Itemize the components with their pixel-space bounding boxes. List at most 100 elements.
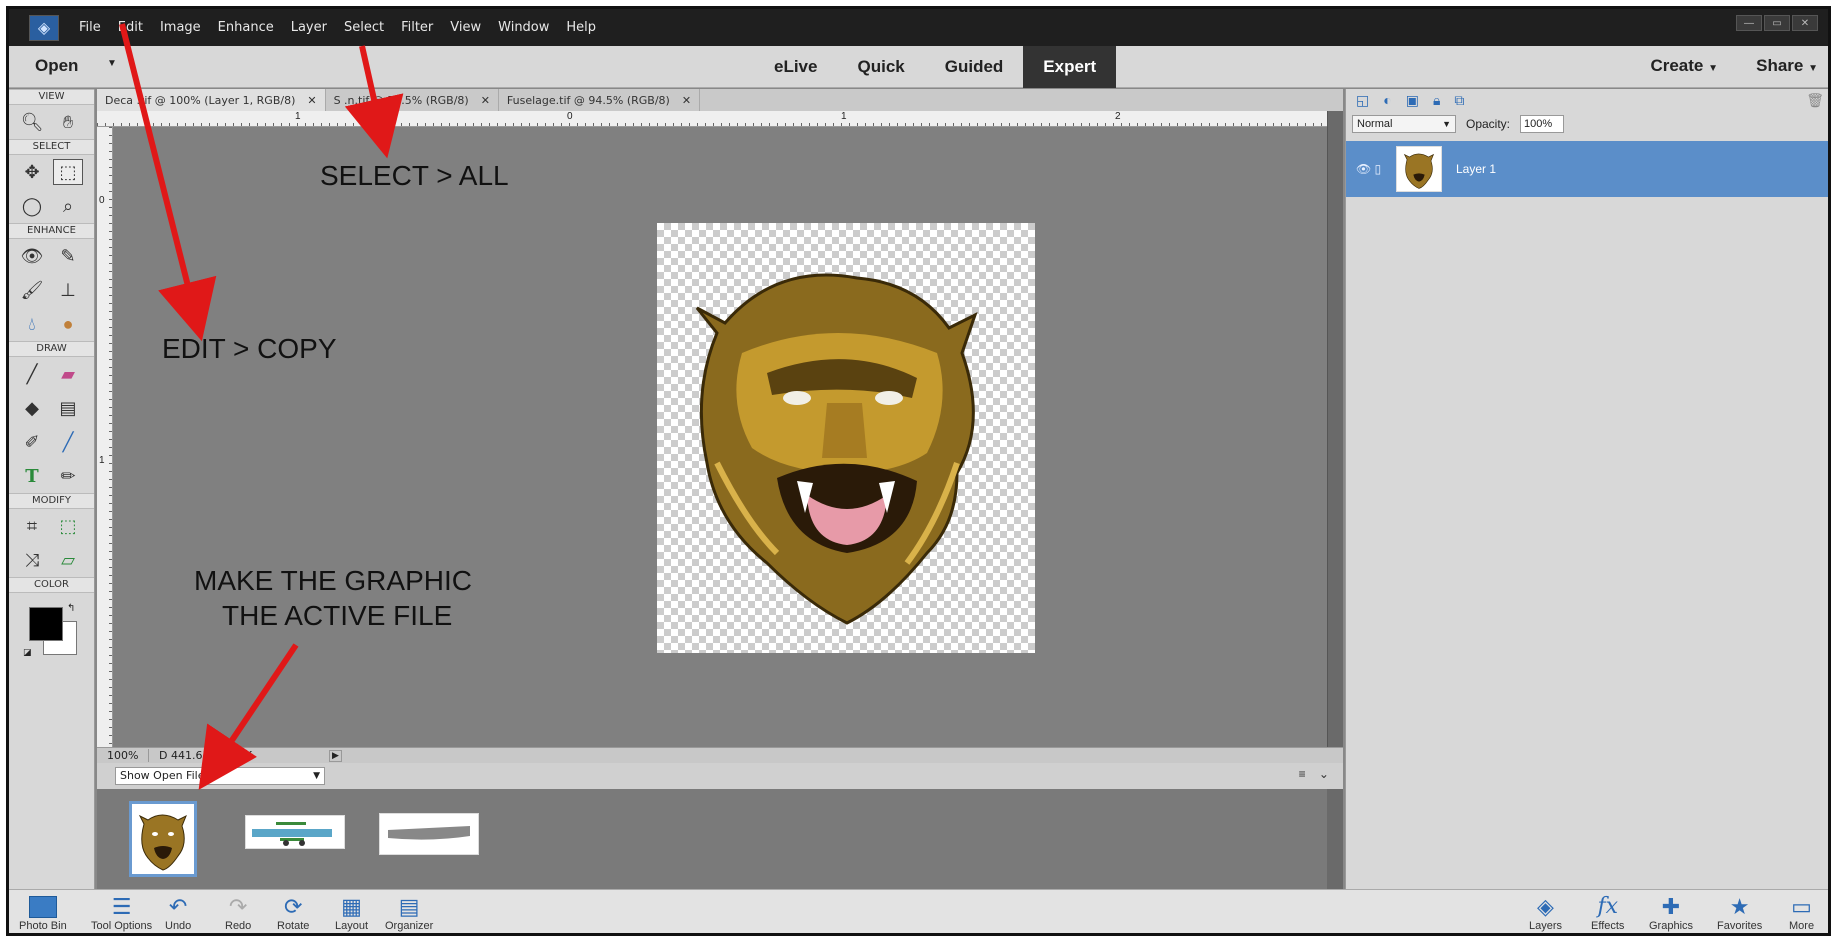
bin-thumbnail-decal[interactable] xyxy=(129,801,197,877)
doc-tab-label: S .n.tif @ 58.5% (RGB/8) xyxy=(333,93,469,107)
clone-stamp-tool-icon[interactable]: ⊥ xyxy=(53,277,83,303)
blur-tool-icon[interactable]: 💧︎ xyxy=(17,311,47,337)
chevron-down-icon: ▼ xyxy=(313,771,320,781)
straighten-tool-icon[interactable]: ⏥ xyxy=(53,547,83,573)
close-icon[interactable]: ✕ xyxy=(682,94,691,107)
fuselage-thumbnail xyxy=(388,826,470,840)
open-button[interactable]: Open xyxy=(35,56,78,76)
new-layer-icon[interactable]: ◱ xyxy=(1356,92,1369,108)
menu-select[interactable]: Select xyxy=(344,20,384,35)
photo-bin-scrollbar[interactable] xyxy=(1327,789,1343,889)
layer-row[interactable]: 👁︎ ▯ Layer 1 xyxy=(1346,141,1828,197)
tab-elive[interactable]: eLive xyxy=(754,46,837,88)
hand-tool-icon[interactable]: ✋︎ xyxy=(53,109,83,135)
eyedropper-tool-icon[interactable]: ✐ xyxy=(17,429,47,455)
move-tool-icon[interactable]: ✥ xyxy=(17,159,47,185)
marquee-tool-icon[interactable]: ⬚ xyxy=(53,159,83,185)
layout-button[interactable]: ▦ Layout xyxy=(335,894,368,932)
share-button[interactable]: Share ▼ xyxy=(1756,56,1818,76)
doc-tab-decal[interactable]: Deca .tif @ 100% (Layer 1, RGB/8) ✕ xyxy=(97,89,326,111)
spot-healing-tool-icon[interactable]: ✎ xyxy=(53,243,83,269)
section-draw: DRAW xyxy=(9,341,94,357)
lasso-tool-icon[interactable]: ◯ xyxy=(17,193,47,219)
chevron-down-icon: ▼ xyxy=(1808,63,1818,74)
menu-help[interactable]: Help xyxy=(566,20,596,35)
favorites-button[interactable]: ★ Favorites xyxy=(1717,894,1762,932)
doc-tab-fuselage[interactable]: Fuselage.tif @ 94.5% (RGB/8) ✕ xyxy=(499,89,701,111)
close-icon[interactable]: ✕ xyxy=(1792,15,1818,31)
chevron-down-icon[interactable]: ▼ xyxy=(107,58,117,69)
zoom-level[interactable]: 100% xyxy=(97,749,149,762)
foreground-color-swatch[interactable] xyxy=(29,607,63,641)
menu-window[interactable]: Window xyxy=(498,20,549,35)
menu-edit[interactable]: Edit xyxy=(118,20,143,35)
brush-tool-icon[interactable]: ╱ xyxy=(17,361,47,387)
tab-quick[interactable]: Quick xyxy=(837,46,924,88)
pencil-tool-icon[interactable]: ✏︎ xyxy=(53,463,83,489)
smart-brush-tool-icon[interactable]: 🖌︎ xyxy=(17,277,47,303)
menu-enhance[interactable]: Enhance xyxy=(218,20,274,35)
blend-mode-select[interactable]: Normal ▼ xyxy=(1352,115,1456,133)
annotation-edit-copy: EDIT > COPY xyxy=(162,333,337,364)
photo-bin-button[interactable]: Photo Bin xyxy=(19,894,67,932)
ruler-label: 0 xyxy=(99,195,105,206)
doc-tab-second[interactable]: S .n.tif @ 58.5% (RGB/8) ✕ xyxy=(326,89,499,111)
bin-menu-icon[interactable]: ≡ ⌄ xyxy=(1299,767,1329,781)
more-button[interactable]: ▭ More xyxy=(1789,894,1814,932)
menu-file[interactable]: File xyxy=(79,20,101,35)
app-logo-icon[interactable]: ◈ xyxy=(29,14,59,41)
type-tool-icon[interactable]: T xyxy=(17,463,47,489)
quick-selection-tool-icon[interactable]: ⌕ xyxy=(53,193,83,219)
close-icon[interactable]: ✕ xyxy=(307,94,316,107)
rotate-button[interactable]: ⟳ Rotate xyxy=(277,894,309,932)
visibility-eye-icon[interactable]: 👁︎ ▯ xyxy=(1356,162,1396,176)
line-tool-icon[interactable]: ╱ xyxy=(53,429,83,455)
eraser-tool-icon[interactable]: ▰ xyxy=(53,361,83,387)
tab-guided[interactable]: Guided xyxy=(925,46,1024,88)
link-layers-icon[interactable]: ⧉ xyxy=(1454,92,1464,108)
menu-image[interactable]: Image xyxy=(160,20,201,35)
layout-icon: ▦ xyxy=(341,894,362,919)
swap-colors-icon[interactable]: ↰ xyxy=(67,603,75,614)
undo-button[interactable]: ↶ Undo xyxy=(165,894,191,932)
more-label: More xyxy=(1789,920,1815,932)
lock-icon[interactable]: 🔒︎ xyxy=(1433,92,1440,108)
document-image[interactable] xyxy=(657,223,1035,653)
layer-mask-icon[interactable]: ▣ xyxy=(1406,92,1419,108)
tool-options-button[interactable]: ☰ Tool Options xyxy=(91,894,152,932)
menu-filter[interactable]: Filter xyxy=(401,20,433,35)
vertical-ruler: 0 1 xyxy=(97,127,113,747)
red-eye-tool-icon[interactable]: 👁︎ xyxy=(17,243,47,269)
menu-view[interactable]: View xyxy=(450,20,481,35)
tab-expert[interactable]: Expert xyxy=(1023,46,1117,88)
bin-thumbnail-plane[interactable] xyxy=(245,815,345,849)
adjustment-layer-icon[interactable]: ◐ xyxy=(1383,92,1391,108)
minimize-icon[interactable]: — xyxy=(1736,15,1762,31)
opacity-input[interactable]: 100% xyxy=(1520,115,1565,133)
play-icon[interactable]: ▶ xyxy=(329,749,342,762)
content-aware-move-tool-icon[interactable]: ⤨ xyxy=(17,547,47,573)
recompose-tool-icon[interactable]: ⬚ xyxy=(53,513,83,539)
trash-icon[interactable]: 🗑︎ xyxy=(1806,92,1824,108)
toolbox: VIEW 🔍︎ ✋︎ SELECT ✥ ⬚ ◯ ⌕ ENHANCE 👁︎ ✎ 🖌… xyxy=(9,89,95,889)
layers-button[interactable]: ◈ Layers xyxy=(1529,894,1562,932)
graphics-button[interactable]: ✚ Graphics xyxy=(1649,894,1693,932)
create-button[interactable]: Create ▼ xyxy=(1650,56,1718,76)
organizer-button[interactable]: ▤ Organizer xyxy=(385,894,433,932)
paint-bucket-tool-icon[interactable]: ◆ xyxy=(17,395,47,421)
organizer-icon: ▤ xyxy=(398,894,420,919)
vertical-scrollbar[interactable] xyxy=(1327,111,1343,747)
bin-thumbnail-fuselage[interactable] xyxy=(379,813,479,855)
default-colors-icon[interactable]: ◪ xyxy=(23,647,32,658)
blend-row: Normal ▼ Opacity: 100% xyxy=(1346,111,1828,137)
photo-bin-select[interactable]: Show Open File ▼ xyxy=(115,767,325,785)
menu-layer[interactable]: Layer xyxy=(291,20,327,35)
zoom-tool-icon[interactable]: 🔍︎ xyxy=(17,109,47,135)
crop-tool-icon[interactable]: ⌗ xyxy=(17,513,47,539)
close-icon[interactable]: ✕ xyxy=(481,94,490,107)
effects-button[interactable]: fx Effects xyxy=(1591,894,1624,932)
gradient-tool-icon[interactable]: ▤ xyxy=(53,395,83,421)
maximize-icon[interactable]: ▭ xyxy=(1764,15,1790,31)
redo-button[interactable]: ↷ Redo xyxy=(225,894,251,932)
sponge-tool-icon[interactable]: ● xyxy=(53,311,83,337)
